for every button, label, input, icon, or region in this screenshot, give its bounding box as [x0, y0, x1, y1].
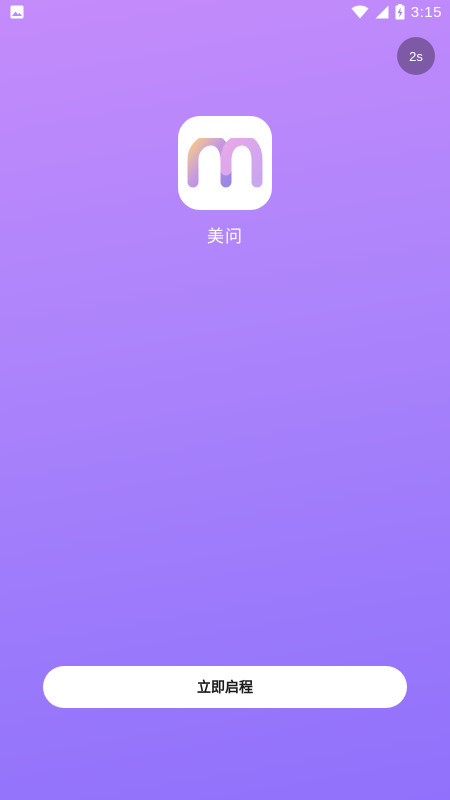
- signal-icon: [375, 5, 389, 19]
- wifi-icon: [351, 5, 369, 19]
- start-button[interactable]: 立即启程: [43, 666, 407, 708]
- status-icons: 3:15: [351, 0, 442, 24]
- app-logo: [178, 116, 272, 210]
- app-logo-mark-icon: [187, 138, 263, 188]
- status-bar: 3:15: [0, 0, 450, 24]
- image-icon: [10, 5, 24, 19]
- skip-countdown-button[interactable]: 2s: [397, 37, 435, 75]
- status-time: 3:15: [410, 3, 442, 21]
- battery-charging-icon: [395, 4, 405, 20]
- app-name: 美问: [207, 227, 243, 247]
